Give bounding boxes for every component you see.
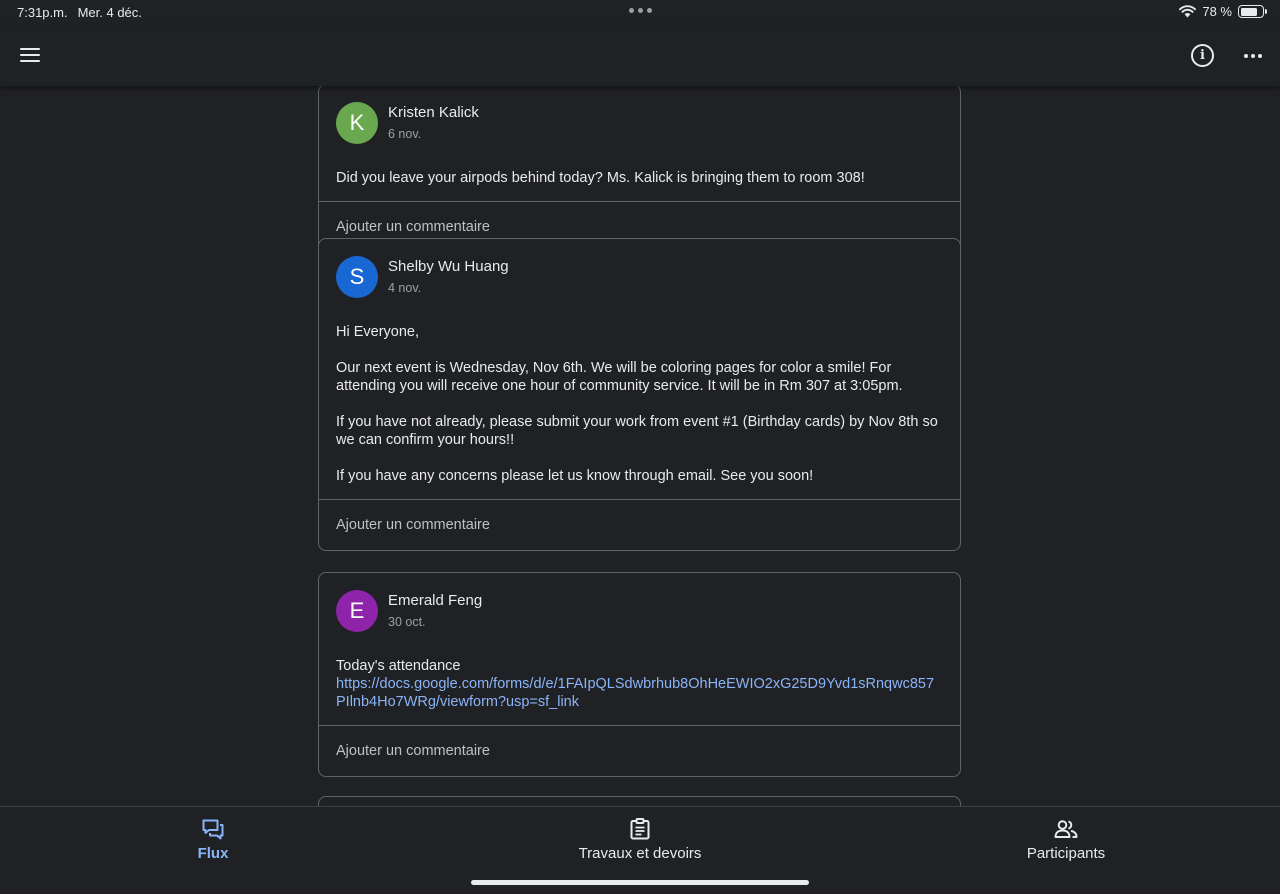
status-right: 78 % — [1179, 4, 1267, 19]
add-comment-button[interactable]: Ajouter un commentaire — [319, 499, 960, 550]
wifi-icon — [1179, 5, 1197, 18]
post-card: K Kristen Kalick 6 nov. Did you leave yo… — [318, 86, 961, 253]
battery-percent: 78 % — [1202, 4, 1232, 19]
add-comment-button[interactable]: Ajouter un commentaire — [319, 725, 960, 776]
stream-feed[interactable]: K Kristen Kalick 6 nov. Did you leave yo… — [0, 86, 1280, 806]
more-horizontal-icon[interactable] — [1244, 54, 1262, 58]
app-bar: i — [0, 26, 1280, 86]
post-date: 30 oct. — [388, 615, 426, 629]
post-text: Did you leave your airpods behind today?… — [336, 170, 865, 186]
post-paragraph: Our next event is Wednesday, Nov 6th. We… — [336, 360, 903, 394]
post-text: Today's attendance — [336, 658, 461, 674]
tab-stream-label: Flux — [197, 845, 229, 862]
post-header: E Emerald Feng 30 oct. — [319, 573, 960, 657]
post-paragraph: If you have not already, please submit y… — [336, 414, 938, 448]
battery-icon — [1238, 5, 1267, 18]
stream-icon — [202, 819, 224, 840]
post-card — [318, 796, 961, 806]
status-left: 7:31p.m. Mer. 4 déc. — [17, 5, 142, 20]
tab-classwork[interactable]: Travaux et devoirs — [560, 817, 720, 862]
status-time: 7:31p.m. — [17, 5, 68, 20]
post-date: 4 nov. — [388, 281, 422, 295]
classroom-app: 7:31p.m. Mer. 4 déc. 78 % i K Kristen Ka… — [0, 0, 1280, 894]
avatar[interactable]: S — [336, 256, 378, 298]
avatar[interactable]: K — [336, 102, 378, 144]
tab-stream[interactable]: Flux — [172, 817, 254, 862]
post-body: Hi Everyone, Our next event is Wednesday… — [319, 323, 960, 499]
post-paragraph: If you have any concerns please let us k… — [336, 468, 814, 484]
post-body: Today's attendance https://docs.google.c… — [319, 657, 960, 725]
people-icon — [1054, 820, 1078, 838]
avatar[interactable]: E — [336, 590, 378, 632]
tab-classwork-label: Travaux et devoirs — [578, 845, 702, 862]
battery-fill — [1240, 7, 1257, 16]
post-header: S Shelby Wu Huang 4 nov. — [319, 239, 960, 323]
post-date: 6 nov. — [388, 127, 422, 141]
post-paragraph: Hi Everyone, — [336, 324, 420, 340]
status-bar: 7:31p.m. Mer. 4 déc. 78 % — [0, 0, 1280, 26]
attendance-form-link[interactable]: https://docs.google.com/forms/d/e/1FAIpQ… — [336, 675, 943, 711]
classwork-icon — [630, 818, 650, 840]
tab-people[interactable]: Participants — [1011, 817, 1121, 862]
post-author: Shelby Wu Huang — [388, 258, 509, 275]
menu-icon[interactable] — [20, 48, 40, 64]
status-date: Mer. 4 déc. — [77, 5, 142, 20]
info-icon[interactable]: i — [1191, 44, 1214, 67]
post-header: K Kristen Kalick 6 nov. — [319, 86, 960, 169]
post-body: Did you leave your airpods behind today?… — [319, 169, 960, 201]
post-card: E Emerald Feng 30 oct. Today's attendanc… — [318, 572, 961, 777]
multitasking-dots-icon[interactable] — [629, 4, 652, 13]
post-author: Emerald Feng — [388, 592, 483, 609]
post-author: Kristen Kalick — [388, 104, 479, 121]
post-card: S Shelby Wu Huang 4 nov. Hi Everyone, Ou… — [318, 238, 961, 551]
tab-people-label: Participants — [1026, 845, 1106, 862]
home-indicator[interactable] — [471, 880, 809, 885]
